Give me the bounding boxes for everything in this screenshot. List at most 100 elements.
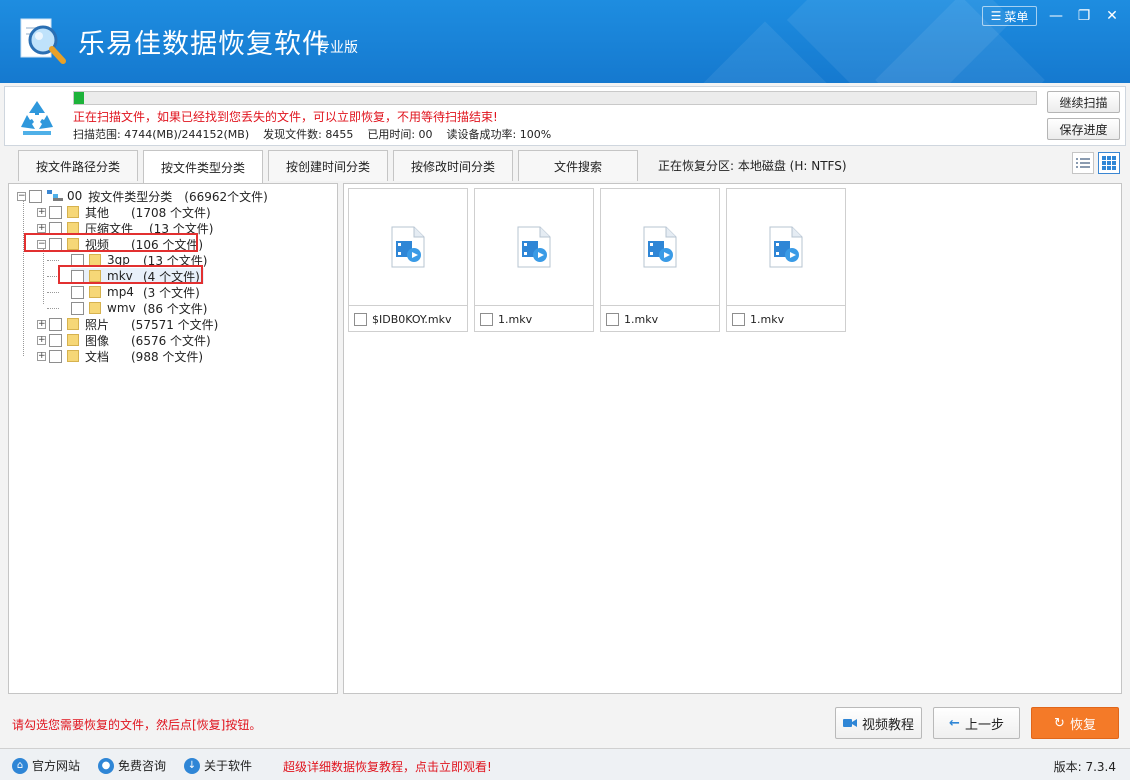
tab-by-type[interactable]: 按文件类型分类 [143,150,263,183]
tree-item-count: (57571 个文件) [131,317,219,332]
tab-file-search[interactable]: 文件搜索 [518,150,638,181]
tree-item-label: 文档 [85,349,110,364]
folder-icon [67,206,79,218]
collapse-icon[interactable]: − [17,191,26,201]
file-name: 1.mkv [624,313,659,326]
version-label: 版本: 7.3.4 [1053,760,1116,774]
file-checkbox[interactable] [354,313,367,326]
scan-panel: 正在扫描文件，如果已经找到您丢失的文件，可以立即恢复，不用等待扫描结束! 扫描范… [4,86,1126,146]
tree-root[interactable]: − 00 按文件类型分类 (66962个文件) [17,188,268,204]
tree-checkbox[interactable] [49,317,62,331]
tab-by-modified[interactable]: 按修改时间分类 [393,150,513,181]
tab-by-path[interactable]: 按文件路径分类 [18,150,138,181]
tree-item-mp4[interactable]: mp4 (3 个文件) [71,284,200,300]
tree-connector [47,292,59,293]
list-view-icon[interactable] [1072,152,1094,174]
tree-item-label: wmv [107,301,136,315]
grid-view-icon[interactable] [1098,152,1120,174]
tree-checkbox[interactable] [49,333,62,347]
about-software-label: 关于软件 [204,759,253,773]
chat-icon: ● [98,757,114,774]
continue-scan-button[interactable]: 继续扫描 [1047,91,1120,113]
file-checkbox[interactable] [606,313,619,326]
tree-checkbox[interactable] [49,349,62,363]
tree-item-label: 照片 [85,317,110,332]
tree-root-count: (66962个文件) [184,189,268,204]
restore-icon[interactable]: ❐ [1072,4,1096,28]
tree-item-other[interactable]: + 其他 (1708 个文件) [37,204,211,220]
folder-icon [89,286,101,298]
video-camera-icon [842,719,857,727]
recover-partition: 正在恢复分区: 本地磁盘 (H: NTFS) [658,159,847,173]
folder-icon [67,350,79,362]
tree-item-images[interactable]: + 图像 (6576 个文件) [37,332,211,348]
tree-item-count: (3 个文件) [143,285,200,300]
folder-icon [67,334,79,346]
tree-connector [23,200,24,356]
about-software-link[interactable]: ↓ 关于软件 [184,757,252,774]
highlight-box-mkv [58,265,203,284]
minimize-icon[interactable]: — [1044,4,1068,28]
scan-found: 发现文件数: 8455 [263,128,354,141]
file-card[interactable]: $IDB0KOY.mkv [348,188,468,332]
scan-stats: 扫描范围: 4744(MB)/244152(MB) 发现文件数: 8455 已用… [73,126,551,142]
tree-item-photos[interactable]: + 照片 (57571 个文件) [37,316,218,332]
prev-step-button[interactable]: ← 上一步 [933,707,1020,739]
folder-icon [67,318,79,330]
file-card[interactable]: 1.mkv [474,188,594,332]
tree-connector [47,260,59,261]
save-progress-button[interactable]: 保存进度 [1047,118,1120,140]
expand-icon[interactable]: + [37,207,46,217]
folder-icon [89,302,101,314]
expand-icon[interactable]: + [37,351,46,361]
recycle-icon [21,101,53,135]
tree-root-id: 00 [67,189,83,203]
refresh-icon: ↻ [1054,715,1065,731]
tree-checkbox[interactable] [49,205,62,219]
tree-checkbox[interactable] [71,285,84,299]
arrow-left-icon: ← [949,715,960,731]
tree-item-label: 其他 [85,205,110,220]
scan-elapsed: 已用时间: 00 [367,128,433,141]
free-consult-link[interactable]: ● 免费咨询 [98,757,166,774]
app-title: 乐易佳数据恢复软件 [78,29,330,60]
tree-item-wmv[interactable]: wmv (86 个文件) [71,300,207,316]
tree-item-label: mp4 [107,285,134,299]
expand-icon[interactable]: + [37,223,46,233]
file-footer: 1.mkv [732,313,784,326]
expand-icon[interactable]: + [37,319,46,329]
file-card[interactable]: 1.mkv [600,188,720,332]
expand-icon[interactable]: + [37,335,46,345]
home-icon: ⌂ [12,757,28,774]
file-checkbox[interactable] [480,313,493,326]
recover-button[interactable]: ↻ 恢复 [1031,707,1119,739]
tree-item-documents[interactable]: + 文档 (988 个文件) [37,348,203,364]
file-name: 1.mkv [750,313,785,326]
official-website-link[interactable]: ⌂ 官方网站 [12,757,80,774]
tab-by-created[interactable]: 按创建时间分类 [268,150,388,181]
app-edition: 专业版 [316,40,358,56]
official-website-label: 官方网站 [32,759,81,773]
tree-checkbox[interactable] [29,189,42,203]
file-card[interactable]: 1.mkv [726,188,846,332]
video-tutorial-label: 视频教程 [861,717,914,733]
info-icon: ↓ [184,757,200,774]
close-icon[interactable]: ✕ [1100,4,1124,28]
file-footer: 1.mkv [606,313,658,326]
magnifier-logo-icon [20,18,66,64]
tree-root-label: 按文件类型分类 [88,189,173,204]
tree-checkbox[interactable] [71,301,84,315]
menu-button[interactable]: ☰ 菜单 [982,6,1037,26]
file-checkbox[interactable] [732,313,745,326]
tree-connector [47,308,59,309]
status-bar: ⌂ 官方网站 ● 免费咨询 ↓ 关于软件 超级详细数据恢复教程，点击立即观看! … [0,748,1130,780]
tree-item-count: (1708 个文件) [131,205,211,220]
file-name: 1.mkv [498,313,533,326]
tutorial-promo-link[interactable]: 超级详细数据恢复教程，点击立即观看! [283,758,492,775]
video-file-icon [475,189,593,306]
video-tutorial-button[interactable]: 视频教程 [835,707,922,739]
recover-label: 恢复 [1069,717,1096,733]
file-grid: $IDB0KOY.mkv 1.mkv 1.mkv 1.mkv [343,183,1122,694]
bottom-hint: 请勾选您需要恢复的文件，然后点[恢复]按钮。 [12,718,262,732]
scan-progress-bar [73,91,1037,105]
